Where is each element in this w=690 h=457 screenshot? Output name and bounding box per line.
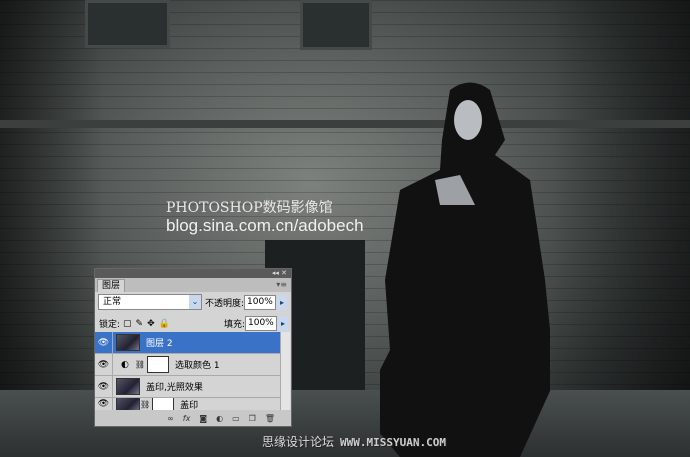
opacity-input[interactable]: 100% [244,294,277,310]
link-icon[interactable]: ⛓ [135,360,145,369]
watermark-url: blog.sina.com.cn/adobech [166,216,364,235]
tab-layers[interactable]: 图层 [97,279,126,292]
pipe [0,120,690,128]
trash-icon[interactable]: 🗑 [265,414,275,423]
layer-name: 选取颜色 1 [175,361,220,371]
fx-icon[interactable]: fx [183,414,191,423]
eye-icon[interactable]: 👁 [95,354,113,375]
panel-menu-icon[interactable]: ▾≡ [276,280,287,289]
link-layers-icon[interactable]: ∞ [167,414,174,423]
panel-toolbar: ∞ fx ◙ ◐ ▭ ❐ 🗑 [95,410,291,426]
layer-thumbnail [116,334,140,351]
window [300,0,372,50]
new-layer-icon[interactable]: ❐ [249,414,256,423]
blend-mode-select[interactable]: 正常 ⌄ [98,294,202,310]
eye-icon[interactable]: 👁 [95,376,113,397]
eye-icon[interactable]: 👁 [95,398,113,410]
mask-thumbnail [147,356,170,373]
eye-icon[interactable]: 👁 [95,332,113,353]
footer-url: WWW.MISSYUAN.COM [340,436,446,449]
opacity-slider-button[interactable]: ▸ [277,294,288,310]
layer-name: 图层 2 [146,339,173,349]
layer-row[interactable]: 👁 ◐ ⛓ 选取颜色 1 [95,354,281,376]
woman-figure [380,82,550,457]
lock-icons[interactable]: ▢✎✥🔒 [123,319,174,329]
new-group-icon[interactable]: ▭ [232,414,240,423]
layer-name: 盖印 [180,400,199,411]
footer-watermark: 思缘设计论坛 WWW.MISSYUAN.COM [262,433,446,450]
layer-row[interactable]: 👁 图层 2 [95,332,281,354]
layer-thumbnail [116,378,140,395]
window [85,0,170,48]
chevron-down-icon: ⌄ [189,295,201,309]
opacity-label: 不透明度: [205,298,245,309]
footer-cn: 思缘设计论坛 [262,435,335,449]
lock-label: 锁定: [99,320,121,330]
layer-row[interactable]: 👁 盖印,光照效果 [95,376,281,398]
layers-panel: ◂◂ ✕ 图层 ▾≡ 正常 ⌄ 不透明度: 100% ▸ 锁定: ▢✎✥🔒 填充:… [94,268,292,427]
layer-name: 盖印,光照效果 [146,383,203,393]
adjustment-layer-icon[interactable]: ◐ [216,414,223,423]
blend-mode-value: 正常 [103,297,122,307]
panel-collapse-close[interactable]: ◂◂ ✕ [95,269,291,278]
link-icon[interactable]: ⛓ [140,400,150,409]
watermark-title: PHOTOSHOP数码影像馆 [166,200,333,216]
fill-label: 填充: [223,320,245,330]
add-mask-icon[interactable]: ◙ [199,414,207,423]
fill-input[interactable]: 100% [245,316,277,331]
adjustment-icon: ◐ [121,359,129,370]
fill-slider-button[interactable]: ▸ [278,316,288,331]
layers-scrollbar[interactable] [280,332,290,411]
